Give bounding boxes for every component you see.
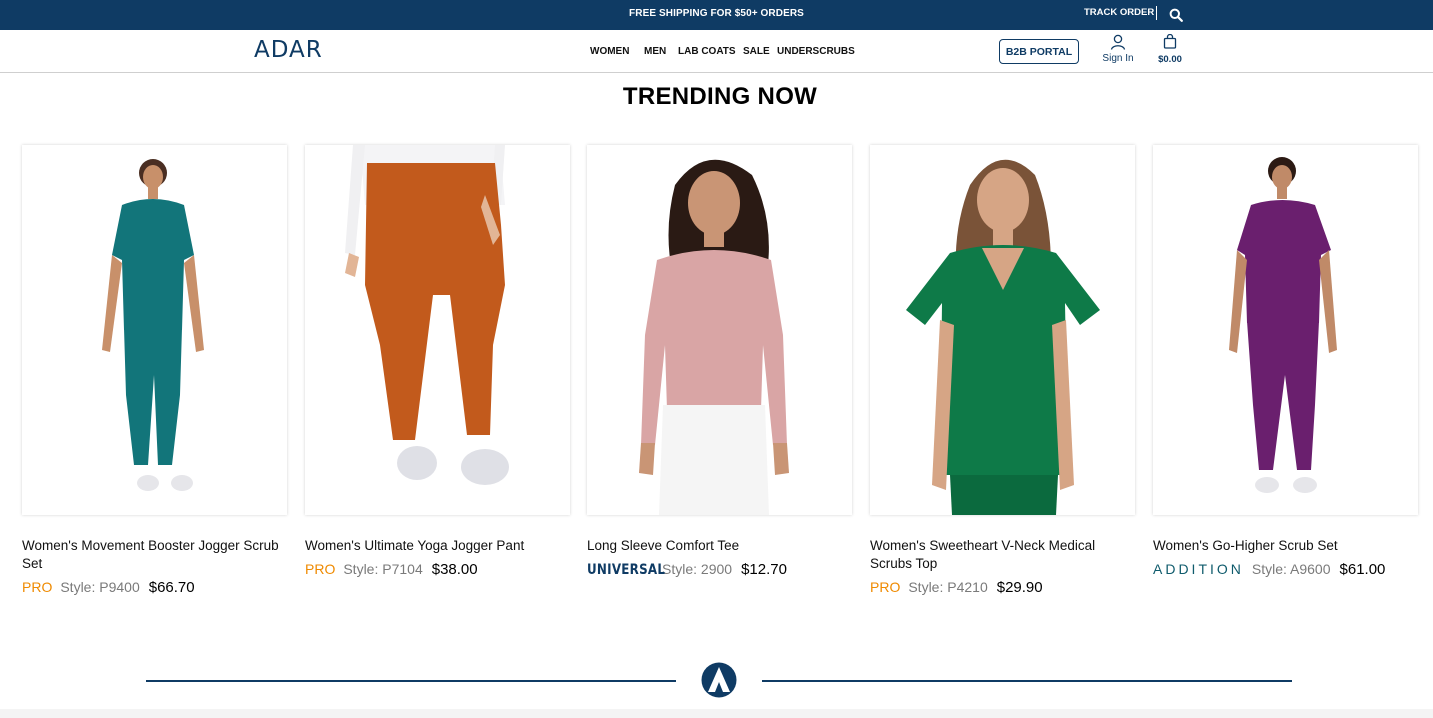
section-title: TRENDING NOW — [622, 83, 818, 110]
product-meta: PRO Style: P7104 $38.00 — [305, 561, 570, 578]
free-shipping-promo: FREE SHIPPING FOR $50+ ORDERS — [629, 8, 804, 19]
product-name[interactable]: Women's Movement Booster Jogger Scrub Se… — [22, 537, 287, 573]
style-number: Style: P4210 — [908, 579, 988, 595]
track-order-link[interactable]: TRACK ORDER — [1084, 7, 1154, 18]
product-card[interactable]: Women's Movement Booster Jogger Scrub Se… — [22, 145, 287, 596]
product-image[interactable] — [1153, 145, 1418, 515]
brand-label: UNIVERSAL — [587, 562, 666, 578]
product-meta: PRO Style: P4210 $29.90 — [870, 579, 1135, 596]
product-card[interactable]: Long Sleeve Comfort Tee UNIVERSAL Style:… — [587, 145, 852, 578]
product-name[interactable]: Women's Sweetheart V-Neck Medical Scrubs… — [870, 537, 1135, 573]
product-price: $12.70 — [741, 561, 787, 578]
brand-label: PRO — [305, 561, 336, 577]
product-meta: PRO Style: P9400 $66.70 — [22, 579, 287, 596]
product-price: $38.00 — [431, 561, 478, 578]
sign-in-link[interactable]: Sign In — [1100, 34, 1136, 64]
sign-in-label: Sign In — [1102, 53, 1134, 64]
nav-women[interactable]: WOMEN — [590, 46, 629, 57]
brand-label: PRO — [870, 579, 901, 595]
product-image[interactable] — [305, 145, 570, 515]
product-image[interactable] — [587, 145, 852, 515]
product-price: $61.00 — [1339, 561, 1386, 578]
style-number: Style: A9600 — [1251, 561, 1331, 577]
product-card[interactable]: Women's Go-Higher Scrub Set ADDITION Sty… — [1153, 145, 1418, 578]
search-icon[interactable] — [1169, 8, 1183, 22]
nav-underscrubs[interactable]: UNDERSCRUBS — [777, 46, 855, 57]
nav-lab-coats[interactable]: LAB COATS — [678, 46, 736, 57]
divider-line-right — [762, 680, 1292, 682]
divider-line-left — [146, 680, 676, 682]
b2b-portal-button[interactable]: B2B PORTAL — [999, 39, 1079, 64]
brand-label: PRO — [22, 579, 53, 595]
product-name[interactable]: Long Sleeve Comfort Tee — [587, 537, 852, 555]
product-name[interactable]: Women's Go-Higher Scrub Set — [1153, 537, 1418, 555]
topbar-divider — [1156, 6, 1157, 20]
product-card[interactable]: Women's Sweetheart V-Neck Medical Scrubs… — [870, 145, 1135, 596]
product-meta: ADDITION Style: A9600 $61.00 — [1153, 561, 1418, 578]
product-meta: UNIVERSAL Style: 2900 $12.70 — [587, 561, 852, 578]
style-number: Style: P9400 — [60, 579, 140, 595]
user-icon — [1110, 34, 1126, 50]
brand-label: ADDITION — [1153, 561, 1244, 577]
footer-strip — [0, 709, 1433, 718]
product-price: $66.70 — [148, 579, 195, 596]
product-price: $29.90 — [996, 579, 1043, 596]
nav-sale[interactable]: SALE — [743, 46, 770, 57]
main-header: ADAR WOMEN MEN LAB COATS SALE UNDERSCRUB… — [0, 30, 1433, 73]
product-card[interactable]: Women's Ultimate Yoga Jogger Pant PRO St… — [305, 145, 570, 578]
product-name[interactable]: Women's Ultimate Yoga Jogger Pant — [305, 537, 570, 555]
site-logo[interactable]: ADAR — [254, 37, 323, 63]
adar-emblem-icon — [701, 662, 737, 698]
product-image[interactable] — [22, 145, 287, 515]
nav-men[interactable]: MEN — [644, 46, 666, 57]
cart-link[interactable]: $0.00 — [1152, 34, 1188, 65]
style-number: Style: P7104 — [343, 561, 423, 577]
cart-total: $0.00 — [1158, 54, 1182, 65]
product-image[interactable] — [870, 145, 1135, 515]
announcement-bar: FREE SHIPPING FOR $50+ ORDERS TRACK ORDE… — [0, 0, 1433, 30]
style-number: Style: 2900 — [662, 561, 733, 577]
shopping-bag-icon — [1163, 34, 1177, 49]
